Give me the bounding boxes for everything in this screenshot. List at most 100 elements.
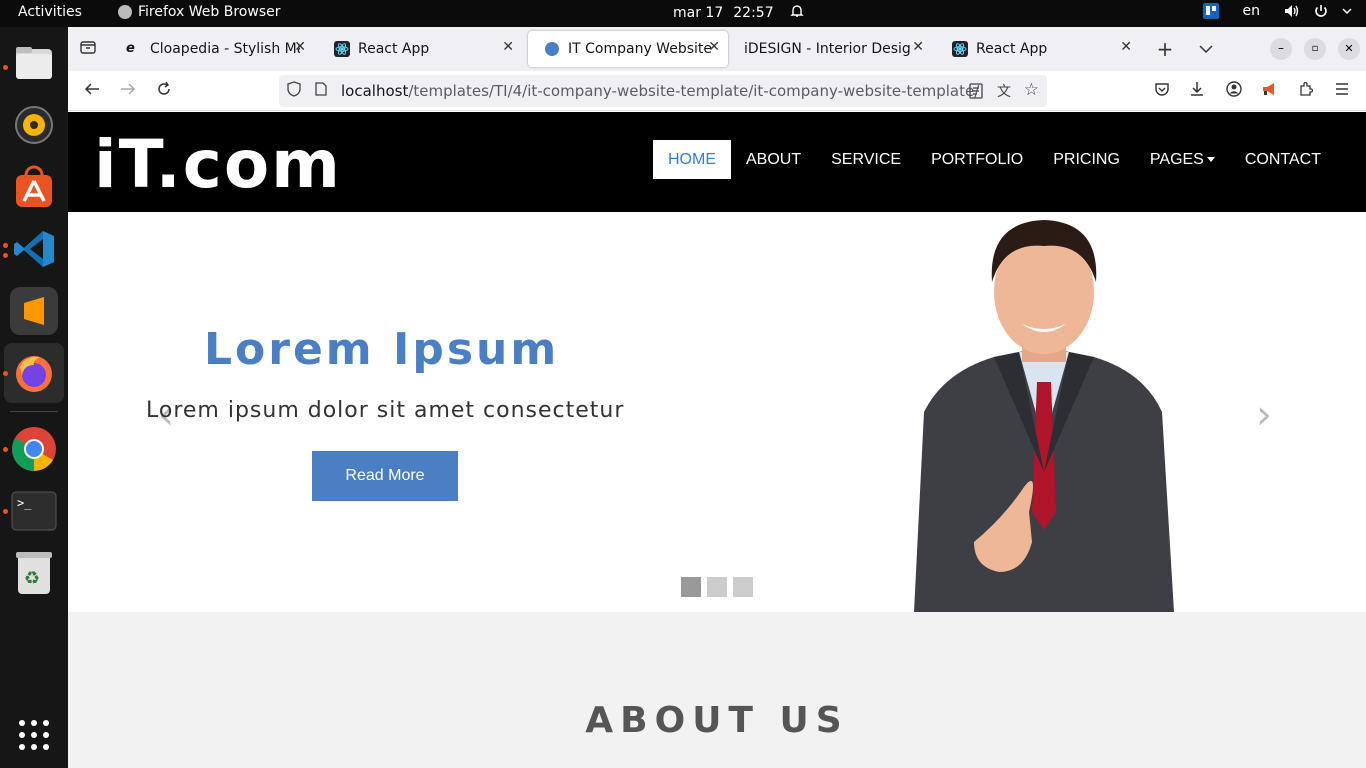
page-info-icon[interactable] <box>315 82 329 100</box>
read-more-button[interactable]: Read More <box>312 451 458 501</box>
url-bar[interactable]: localhost/templates/TI/4/it-company-webs… <box>279 75 1047 107</box>
vscode-icon[interactable] <box>10 225 58 273</box>
carousel-next-arrow-icon[interactable]: › <box>1256 392 1272 438</box>
bookmark-star-icon[interactable]: ☆ <box>1024 80 1039 100</box>
trash-icon[interactable]: ♻ <box>10 549 58 597</box>
megaphone-extension-icon[interactable] <box>1260 81 1280 101</box>
close-window-button[interactable]: ✕ <box>1338 38 1360 60</box>
carousel-indicator-2[interactable] <box>707 577 727 597</box>
show-apps-icon[interactable] <box>10 711 58 759</box>
tab-label: React App <box>976 41 1048 57</box>
power-icon <box>1315 5 1327 17</box>
menu-pricing[interactable]: PRICING <box>1038 140 1135 179</box>
menu-home[interactable]: HOME <box>652 140 731 179</box>
tab-react-app-1[interactable]: React App ✕ <box>318 31 522 67</box>
clock[interactable]: mar 17 22:57 <box>673 4 804 22</box>
firefox-window: e Cloapedia - Stylish Magazine ✕ React A… <box>68 27 1366 768</box>
chrome-icon[interactable] <box>10 425 58 473</box>
url-host: localhost <box>341 82 409 100</box>
svg-text:>_: >_ <box>17 496 32 510</box>
reader-view-icon[interactable] <box>969 83 983 103</box>
businessman-image <box>914 220 1174 612</box>
system-status-icons[interactable] <box>1284 4 1352 18</box>
tab-it-company[interactable]: IT Company Website Template ✕ <box>528 31 728 67</box>
maximize-button[interactable]: ▫ <box>1304 38 1326 60</box>
globe-favicon <box>544 41 560 57</box>
back-arrow-icon[interactable] <box>82 81 102 101</box>
url-text: localhost/templates/TI/4/it-company-webs… <box>341 82 979 100</box>
running-indicator <box>3 371 8 376</box>
list-all-tabs-icon[interactable] <box>1196 39 1216 59</box>
app-center-icon[interactable] <box>10 163 58 211</box>
trello-icon[interactable] <box>1202 3 1219 19</box>
react-favicon <box>334 41 350 57</box>
date-text: mar 17 <box>673 5 724 21</box>
running-indicator <box>3 65 8 70</box>
hero-carousel: ‹ Lorem Ipsum Lorem ipsum dolor sit amet… <box>68 212 1366 612</box>
close-tab-icon[interactable]: ✕ <box>502 39 514 55</box>
activities-button[interactable]: Activities <box>18 4 82 20</box>
tab-bar: e Cloapedia - Stylish Magazine ✕ React A… <box>68 27 1366 71</box>
tab-label: React App <box>358 41 430 57</box>
system-tray: en <box>1202 3 1353 19</box>
running-indicator <box>3 509 8 514</box>
url-path: /templates/TI/4/it-company-website-templ… <box>408 82 980 100</box>
system-top-bar: Activities Firefox Web Browser mar 17 22… <box>0 0 1366 27</box>
site-logo[interactable]: iT.com <box>94 126 342 203</box>
menu-pages-label: PAGES <box>1149 151 1204 168</box>
hero-subtitle: Lorem ipsum dolor sit amet consectetur <box>146 398 625 423</box>
menu-pages[interactable]: PAGES <box>1135 140 1230 179</box>
close-tab-icon[interactable]: ✕ <box>294 39 306 55</box>
app-menu[interactable]: Firefox Web Browser <box>118 4 281 20</box>
firefox-view-icon[interactable] <box>78 39 98 59</box>
tab-react-app-2[interactable]: React App ✕ <box>936 31 1140 67</box>
extensions-puzzle-icon[interactable] <box>1296 81 1316 101</box>
tab-label: iDESIGN - Interior Design <box>744 41 910 57</box>
rhythmbox-icon[interactable] <box>10 101 58 149</box>
firefox-icon[interactable] <box>10 349 58 397</box>
hero-title: Lorem Ipsum <box>204 324 560 375</box>
close-tab-icon[interactable]: ✕ <box>912 39 924 55</box>
time-text: 22:57 <box>733 5 774 21</box>
account-icon[interactable] <box>1224 81 1244 101</box>
running-indicator <box>3 253 8 258</box>
close-tab-icon[interactable]: ✕ <box>708 39 720 55</box>
web-page: iT.com HOME ABOUT SERVICE PORTFOLIO PRIC… <box>68 112 1366 768</box>
site-menu: HOME ABOUT SERVICE PORTFOLIO PRICING PAG… <box>652 140 1336 179</box>
forward-arrow-icon[interactable] <box>118 81 138 101</box>
tab-idesign[interactable]: iDESIGN - Interior Design ✕ <box>728 31 932 67</box>
running-indicator <box>3 243 8 248</box>
dropdown-caret-icon <box>1342 8 1352 15</box>
close-tab-icon[interactable]: ✕ <box>1120 39 1132 55</box>
tab-label: Cloapedia - Stylish Magazine <box>150 41 300 57</box>
menu-contact[interactable]: CONTACT <box>1230 140 1336 179</box>
about-section: ABOUT US <box>68 612 1366 768</box>
menu-service[interactable]: SERVICE <box>816 140 916 179</box>
carousel-indicator-3[interactable] <box>733 577 753 597</box>
firefox-small-icon <box>118 5 132 19</box>
caret-down-icon <box>1206 157 1215 163</box>
files-icon[interactable] <box>10 39 58 87</box>
tracking-shield-icon[interactable] <box>287 81 303 101</box>
navigation-toolbar: localhost/templates/TI/4/it-company-webs… <box>68 71 1366 111</box>
menu-portfolio[interactable]: PORTFOLIO <box>916 140 1038 179</box>
dock-separator <box>10 411 58 412</box>
terminal-icon[interactable]: >_ <box>10 487 58 535</box>
pocket-icon[interactable] <box>1152 81 1172 101</box>
app-name: Firefox Web Browser <box>138 4 281 20</box>
downloads-icon[interactable] <box>1187 81 1207 101</box>
tab-label: IT Company Website Template <box>568 41 714 57</box>
new-tab-icon[interactable]: + <box>1155 39 1175 59</box>
tab-cloapedia[interactable]: e Cloapedia - Stylish Magazine ✕ <box>110 31 314 67</box>
minimize-button[interactable]: – <box>1270 38 1292 60</box>
language-indicator[interactable]: en <box>1243 3 1261 19</box>
running-indicator <box>3 447 8 452</box>
cloapedia-favicon: e <box>126 41 135 56</box>
menu-about[interactable]: ABOUT <box>731 140 816 179</box>
carousel-indicator-1[interactable] <box>681 577 701 597</box>
notification-bell-icon <box>789 4 804 22</box>
reload-icon[interactable] <box>154 81 174 101</box>
translate-icon[interactable]: 文 <box>997 81 1011 101</box>
sublime-text-icon[interactable] <box>10 287 58 335</box>
hamburger-menu-icon[interactable] <box>1332 81 1352 101</box>
